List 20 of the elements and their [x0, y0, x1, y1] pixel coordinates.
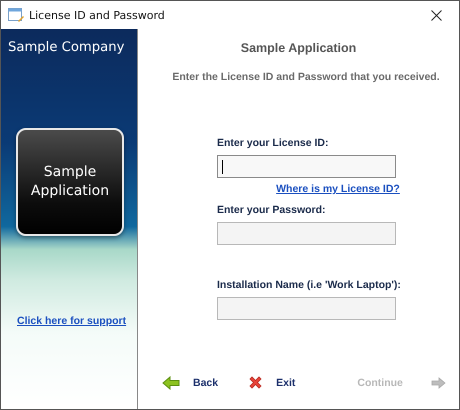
input-field[interactable] — [217, 222, 396, 245]
input-field[interactable] — [217, 297, 396, 320]
header-title: Sample Application — [240, 41, 358, 55]
field-label: Installation Name (i.e 'Work Laptop'): — [217, 279, 402, 291]
company-name: Sample Company — [7, 39, 126, 55]
back-button[interactable]: Back — [160, 374, 220, 392]
close-icon — [248, 375, 264, 390]
close-icon[interactable] — [431, 10, 442, 20]
field-label: Enter your Password: — [217, 204, 327, 216]
help-link[interactable]: Where is my License ID? — [276, 183, 400, 195]
window-title: License ID and Password — [29, 8, 166, 22]
input-field[interactable] — [217, 155, 396, 178]
instruction-text: Enter the License ID and Password that you received. — [171, 71, 441, 83]
back-arrow-icon — [162, 376, 180, 390]
forward-arrow-icon — [430, 376, 446, 388]
window-app-icon — [8, 8, 24, 22]
field-label: Enter your License ID: — [217, 137, 330, 149]
product-tile: Sample Application — [16, 128, 124, 236]
support-link[interactable]: Click here for support — [17, 315, 137, 327]
exit-button[interactable]: Exit — [246, 373, 298, 392]
